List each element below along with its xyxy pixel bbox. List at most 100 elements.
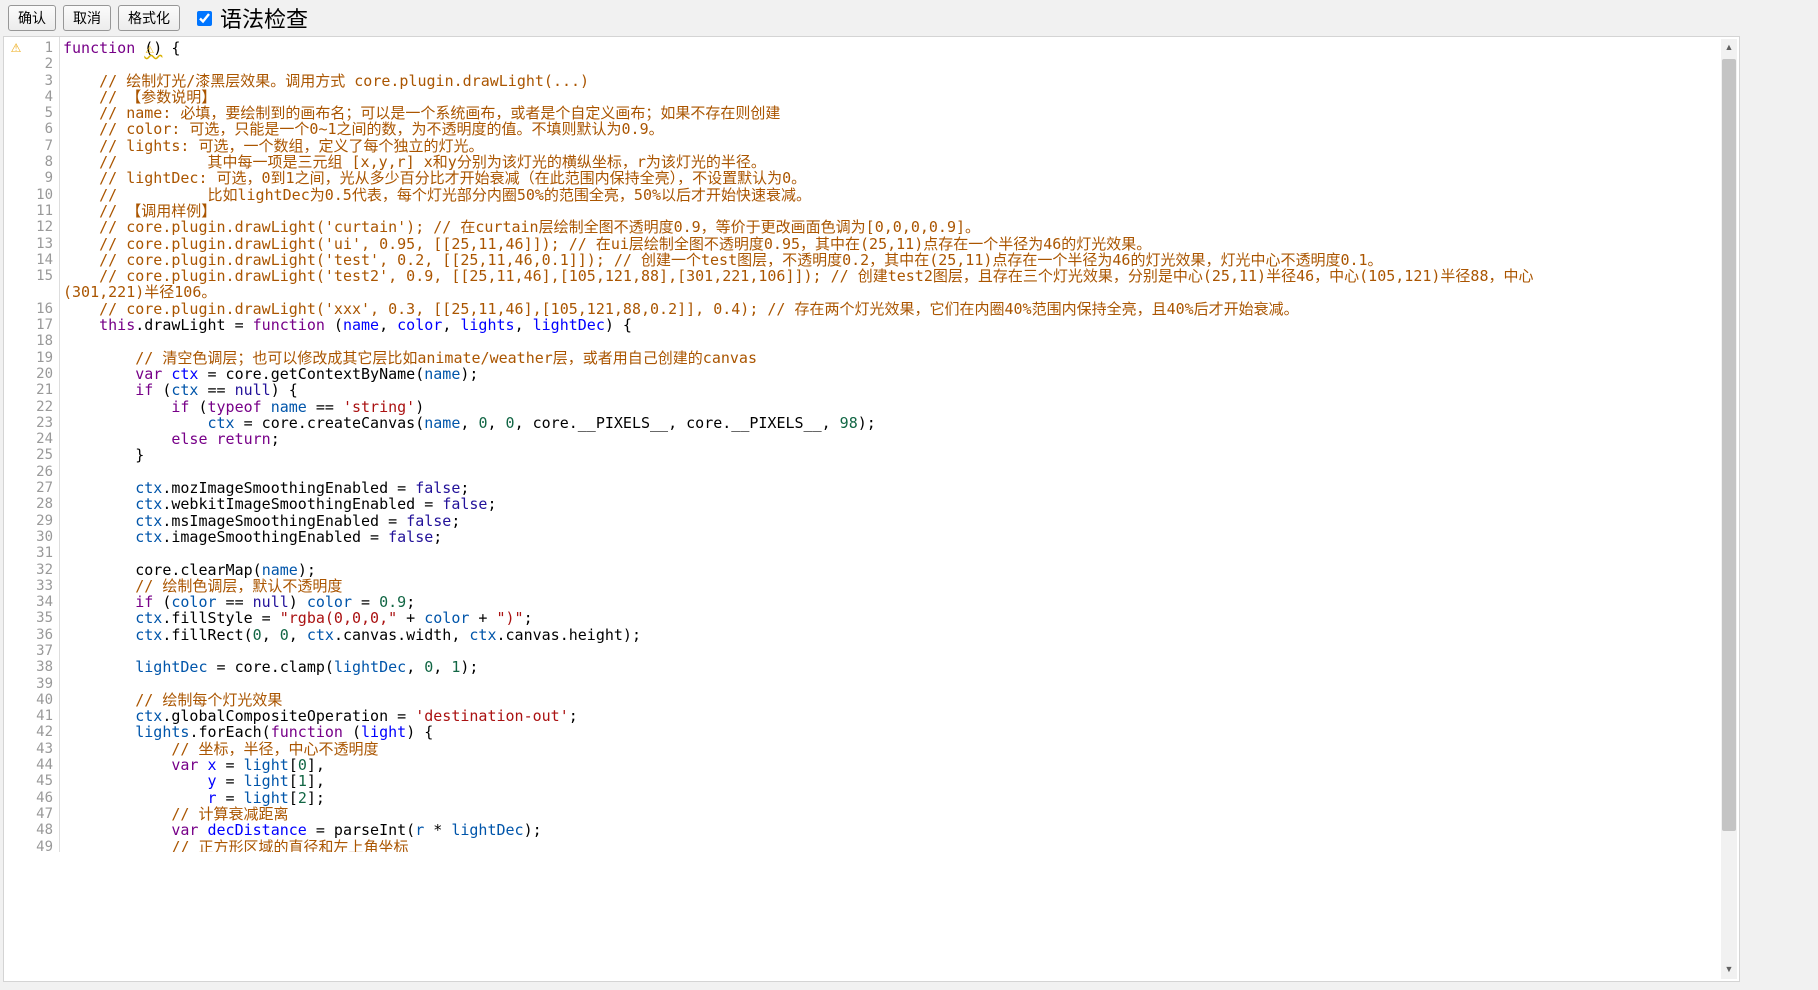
code-line-text[interactable]: // 正方形区域的直径和左上角坐标 bbox=[59, 839, 1563, 852]
code-line-text[interactable]: this.drawLight = function (name, color, … bbox=[59, 317, 1563, 333]
code-line-text[interactable]: ctx.fillRect(0, 0, ctx.canvas.width, ctx… bbox=[59, 627, 1563, 643]
code-line[interactable]: 47 // 计算衰减距离 bbox=[4, 806, 1739, 822]
code-line-text[interactable]: ctx.globalCompositeOperation = 'destinat… bbox=[59, 708, 1563, 724]
code-line-text[interactable]: function () { bbox=[59, 40, 1563, 56]
scroll-down-icon[interactable]: ▼ bbox=[1721, 961, 1737, 977]
code-line[interactable]: ⚠1function () { bbox=[4, 40, 1739, 56]
code-line[interactable]: 39 bbox=[4, 676, 1739, 692]
code-line[interactable]: 42 lights.forEach(function (light) { bbox=[4, 724, 1739, 740]
code-line-text[interactable] bbox=[59, 545, 1563, 561]
code-line[interactable]: 16 // core.plugin.drawLight('xxx', 0.3, … bbox=[4, 301, 1739, 317]
code-line-text[interactable]: // core.plugin.drawLight('ui', 0.95, [[2… bbox=[59, 236, 1563, 252]
code-line[interactable]: 13 // core.plugin.drawLight('ui', 0.95, … bbox=[4, 236, 1739, 252]
code-line-text[interactable]: ctx.imageSmoothingEnabled = false; bbox=[59, 529, 1563, 545]
code-line-text[interactable]: // 比如lightDec为0.5代表，每个灯光部分内圈50%的范围全亮，50%… bbox=[59, 187, 1563, 203]
syntax-check-checkbox[interactable] bbox=[197, 11, 212, 26]
code-line-text[interactable]: // 计算衰减距离 bbox=[59, 806, 1563, 822]
code-line-text[interactable]: // 清空色调层；也可以修改成其它层比如animate/weather层，或者用… bbox=[59, 350, 1563, 366]
code-line-text[interactable]: // 绘制色调层，默认不透明度 bbox=[59, 578, 1563, 594]
code-line[interactable]: 36 ctx.fillRect(0, 0, ctx.canvas.width, … bbox=[4, 627, 1739, 643]
code-line[interactable]: 28 ctx.webkitImageSmoothingEnabled = fal… bbox=[4, 496, 1739, 512]
code-line-text[interactable]: // lights: 可选，一个数组，定义了每个独立的灯光。 bbox=[59, 138, 1563, 154]
code-line-text[interactable]: ctx.webkitImageSmoothingEnabled = false; bbox=[59, 496, 1563, 512]
code-line[interactable]: 20 var ctx = core.getContextByName(name)… bbox=[4, 366, 1739, 382]
code-line-text[interactable]: } bbox=[59, 447, 1563, 463]
format-button[interactable]: 格式化 bbox=[118, 5, 180, 31]
code-line[interactable]: 41 ctx.globalCompositeOperation = 'desti… bbox=[4, 708, 1739, 724]
code-line-text[interactable]: var decDistance = parseInt(r * lightDec)… bbox=[59, 822, 1563, 838]
code-line-text[interactable]: // core.plugin.drawLight('curtain'); // … bbox=[59, 219, 1563, 235]
code-line[interactable]: 49 // 正方形区域的直径和左上角坐标 bbox=[4, 839, 1739, 852]
code-line[interactable]: 9 // lightDec: 可选，0到1之间，光从多少百分比才开始衰减（在此范… bbox=[4, 170, 1739, 186]
code-scroll-area[interactable]: ⚠1function () {2 3 // 绘制灯光/漆黑层效果。调用方式 co… bbox=[4, 37, 1739, 852]
code-line[interactable]: 33 // 绘制色调层，默认不透明度 bbox=[4, 578, 1739, 594]
code-line[interactable]: 45 y = light[1], bbox=[4, 773, 1739, 789]
code-line[interactable]: 32 core.clearMap(name); bbox=[4, 562, 1739, 578]
code-line[interactable]: 11 // 【调用样例】 bbox=[4, 203, 1739, 219]
scrollbar-thumb[interactable] bbox=[1722, 59, 1736, 831]
code-editor[interactable]: ⚠1function () {2 3 // 绘制灯光/漆黑层效果。调用方式 co… bbox=[3, 36, 1740, 982]
code-line-text[interactable]: if (typeof name == 'string') bbox=[59, 399, 1563, 415]
code-line[interactable]: 15 // core.plugin.drawLight('test2', 0.9… bbox=[4, 268, 1739, 301]
code-line[interactable]: 23 ctx = core.createCanvas(name, 0, 0, c… bbox=[4, 415, 1739, 431]
code-line-text[interactable]: var x = light[0], bbox=[59, 757, 1563, 773]
code-line-text[interactable]: ctx.mozImageSmoothingEnabled = false; bbox=[59, 480, 1563, 496]
code-line-text[interactable]: else return; bbox=[59, 431, 1563, 447]
code-line-text[interactable]: // 其中每一项是三元组 [x,y,r] x和y分别为该灯光的横纵坐标，r为该灯… bbox=[59, 154, 1563, 170]
code-line[interactable]: 29 ctx.msImageSmoothingEnabled = false; bbox=[4, 513, 1739, 529]
code-line[interactable]: 44 var x = light[0], bbox=[4, 757, 1739, 773]
code-line-text[interactable] bbox=[59, 464, 1563, 480]
code-line[interactable]: 5 // name: 必填，要绘制到的画布名；可以是一个系统画布，或者是个自定义… bbox=[4, 105, 1739, 121]
code-line[interactable]: 27 ctx.mozImageSmoothingEnabled = false; bbox=[4, 480, 1739, 496]
code-line[interactable]: 22 if (typeof name == 'string') bbox=[4, 399, 1739, 415]
code-line-text[interactable]: // lightDec: 可选，0到1之间，光从多少百分比才开始衰减（在此范围内… bbox=[59, 170, 1563, 186]
confirm-button[interactable]: 确认 bbox=[8, 5, 56, 31]
code-line[interactable]: 21 if (ctx == null) { bbox=[4, 382, 1739, 398]
code-line-text[interactable]: r = light[2]; bbox=[59, 790, 1563, 806]
code-line[interactable]: 34 if (color == null) color = 0.9; bbox=[4, 594, 1739, 610]
code-line[interactable]: 6 // color: 可选，只能是一个0~1之间的数，为不透明度的值。不填则默… bbox=[4, 121, 1739, 137]
code-line-text[interactable]: // 绘制每个灯光效果 bbox=[59, 692, 1563, 708]
code-line[interactable]: 10 // 比如lightDec为0.5代表，每个灯光部分内圈50%的范围全亮，… bbox=[4, 187, 1739, 203]
code-line-text[interactable] bbox=[59, 676, 1563, 692]
code-line[interactable]: 19 // 清空色调层；也可以修改成其它层比如animate/weather层，… bbox=[4, 350, 1739, 366]
code-line-text[interactable]: ctx = core.createCanvas(name, 0, 0, core… bbox=[59, 415, 1563, 431]
code-line[interactable]: 25 } bbox=[4, 447, 1739, 463]
code-line[interactable]: 26 bbox=[4, 464, 1739, 480]
code-line-text[interactable]: // core.plugin.drawLight('test2', 0.9, [… bbox=[59, 268, 1563, 301]
code-line-text[interactable] bbox=[59, 56, 1563, 72]
code-line-text[interactable]: // 【参数说明】 bbox=[59, 89, 1563, 105]
code-line[interactable]: 30 ctx.imageSmoothingEnabled = false; bbox=[4, 529, 1739, 545]
code-line-text[interactable]: // core.plugin.drawLight('xxx', 0.3, [[2… bbox=[59, 301, 1563, 317]
code-line[interactable]: 43 // 坐标，半径，中心不透明度 bbox=[4, 741, 1739, 757]
cancel-button[interactable]: 取消 bbox=[63, 5, 111, 31]
code-line-text[interactable]: // core.plugin.drawLight('test', 0.2, [[… bbox=[59, 252, 1563, 268]
code-line[interactable]: 12 // core.plugin.drawLight('curtain'); … bbox=[4, 219, 1739, 235]
code-line[interactable]: 37 bbox=[4, 643, 1739, 659]
code-line[interactable]: 48 var decDistance = parseInt(r * lightD… bbox=[4, 822, 1739, 838]
vertical-scrollbar[interactable]: ▲ ▼ bbox=[1721, 39, 1737, 979]
code-line-text[interactable]: // color: 可选，只能是一个0~1之间的数，为不透明度的值。不填则默认为… bbox=[59, 121, 1563, 137]
code-line[interactable]: 3 // 绘制灯光/漆黑层效果。调用方式 core.plugin.drawLig… bbox=[4, 73, 1739, 89]
code-line-text[interactable]: y = light[1], bbox=[59, 773, 1563, 789]
code-line[interactable]: 17 this.drawLight = function (name, colo… bbox=[4, 317, 1739, 333]
code-line-text[interactable]: lightDec = core.clamp(lightDec, 0, 1); bbox=[59, 659, 1563, 675]
code-line-text[interactable]: // 【调用样例】 bbox=[59, 203, 1563, 219]
code-line[interactable]: 14 // core.plugin.drawLight('test', 0.2,… bbox=[4, 252, 1739, 268]
code-line-text[interactable]: if (ctx == null) { bbox=[59, 382, 1563, 398]
code-line[interactable]: 46 r = light[2]; bbox=[4, 790, 1739, 806]
code-line[interactable]: 40 // 绘制每个灯光效果 bbox=[4, 692, 1739, 708]
code-line-text[interactable]: core.clearMap(name); bbox=[59, 562, 1563, 578]
code-line[interactable]: 18 bbox=[4, 333, 1739, 349]
code-line[interactable]: 8 // 其中每一项是三元组 [x,y,r] x和y分别为该灯光的横纵坐标，r为… bbox=[4, 154, 1739, 170]
code-line-text[interactable]: // 坐标，半径，中心不透明度 bbox=[59, 741, 1563, 757]
code-line[interactable]: 2 bbox=[4, 56, 1739, 72]
code-line[interactable]: 31 bbox=[4, 545, 1739, 561]
code-line[interactable]: 24 else return; bbox=[4, 431, 1739, 447]
scroll-up-icon[interactable]: ▲ bbox=[1721, 39, 1737, 55]
code-line[interactable]: 38 lightDec = core.clamp(lightDec, 0, 1)… bbox=[4, 659, 1739, 675]
code-line-text[interactable]: // 绘制灯光/漆黑层效果。调用方式 core.plugin.drawLight… bbox=[59, 73, 1563, 89]
code-line[interactable]: 35 ctx.fillStyle = "rgba(0,0,0," + color… bbox=[4, 610, 1739, 626]
code-line-text[interactable]: lights.forEach(function (light) { bbox=[59, 724, 1563, 740]
code-line-text[interactable]: ctx.msImageSmoothingEnabled = false; bbox=[59, 513, 1563, 529]
